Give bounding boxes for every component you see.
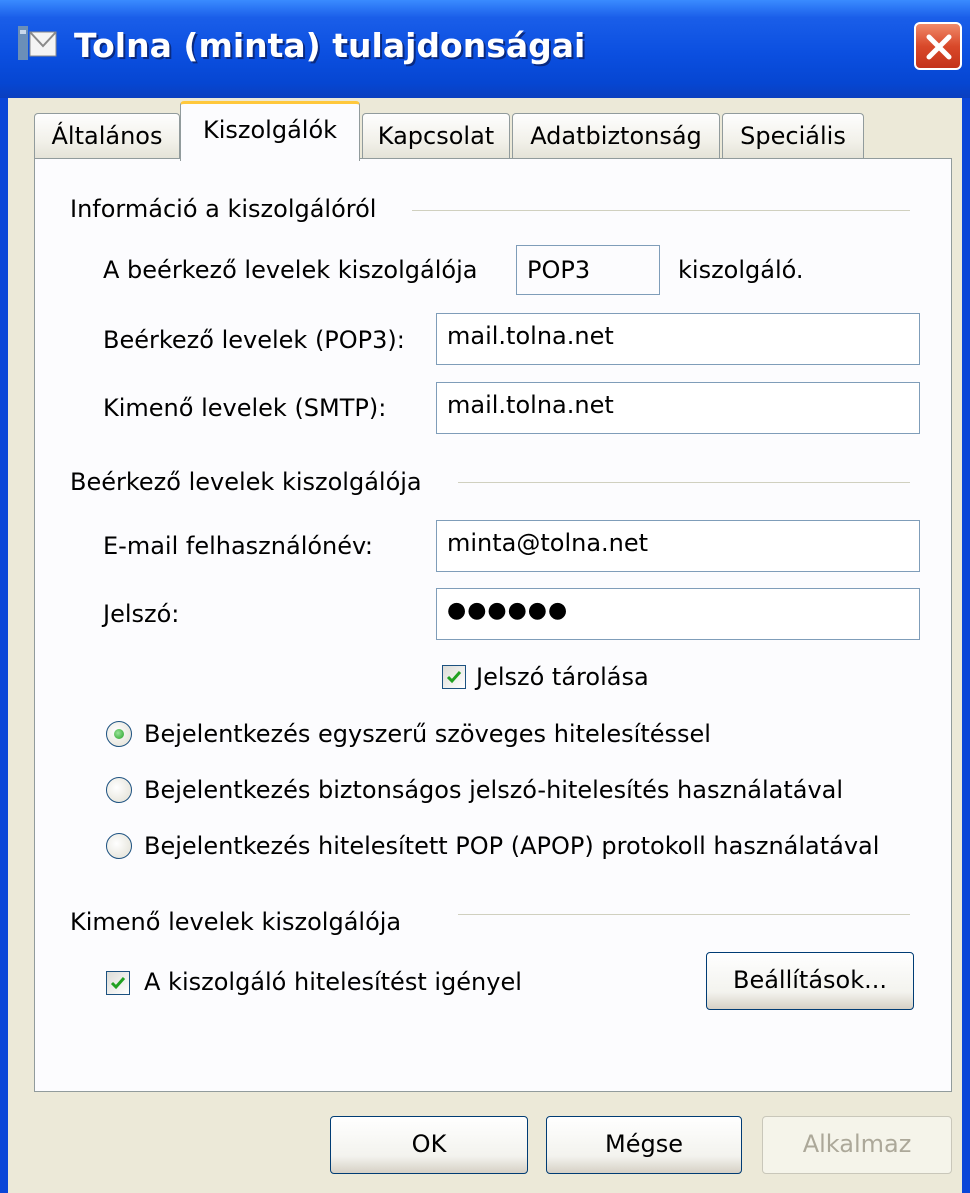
auth-option-spa-radio[interactable] (106, 777, 132, 803)
mail-account-icon (16, 22, 60, 66)
group-divider (458, 914, 910, 915)
tab-adatbiztonsag[interactable]: Adatbiztonság (512, 113, 720, 159)
tab-kiszolgalok[interactable]: Kiszolgálók (180, 101, 360, 161)
remember-password-checkbox[interactable] (442, 665, 466, 689)
close-x-icon (926, 34, 952, 60)
apply-button[interactable]: Alkalmaz (762, 1116, 952, 1174)
requires-auth-label[interactable]: A kiszolgáló hitelesítést igényel (144, 966, 522, 998)
tab-altalanos[interactable]: Általános (34, 113, 180, 159)
group-divider (412, 210, 910, 211)
group-divider (458, 482, 910, 483)
auth-option-spa-label[interactable]: Bejelentkezés biztonságos jelszó-hiteles… (144, 774, 843, 806)
incoming-server-label: Beérkező levelek (POP3): (103, 326, 405, 354)
requires-auth-checkbox[interactable] (106, 971, 130, 995)
password-input[interactable]: ●●●●●● (436, 588, 920, 640)
window-title: Tolna (minta) tulajdonságai (74, 26, 586, 65)
auth-option-apop-radio[interactable] (106, 833, 132, 859)
auth-option-apop-label[interactable]: Bejelentkezés hitelesített POP (APOP) pr… (144, 830, 879, 862)
incoming-server-input[interactable]: mail.tolna.net (436, 313, 920, 365)
cancel-button[interactable]: Mégse (546, 1116, 742, 1174)
auth-option-plain-radio[interactable] (106, 721, 132, 747)
password-label: Jelszó: (103, 600, 180, 628)
incoming-server-heading: Beérkező levelek kiszolgálója (70, 468, 422, 496)
username-input[interactable]: minta@tolna.net (436, 520, 920, 572)
checkmark-icon (446, 671, 462, 684)
close-button[interactable] (914, 22, 962, 70)
settings-button[interactable]: Beállítások... (706, 952, 914, 1010)
outgoing-server-heading: Kimenő levelek kiszolgálója (70, 908, 402, 936)
remember-password-label[interactable]: Jelszó tárolása (476, 661, 649, 693)
ok-button[interactable]: OK (330, 1116, 528, 1174)
checkmark-icon (110, 977, 126, 990)
incoming-server-type-value: POP3 (516, 245, 660, 295)
outgoing-server-label: Kimenő levelek (SMTP): (103, 394, 387, 422)
tab-kapcsolat[interactable]: Kapcsolat (362, 113, 510, 159)
incoming-type-label: A beérkező levelek kiszolgálója (103, 256, 478, 284)
auth-option-plain-label[interactable]: Bejelentkezés egyszerű szöveges hitelesí… (144, 718, 711, 750)
outgoing-server-input[interactable]: mail.tolna.net (436, 382, 920, 434)
incoming-type-suffix: kiszolgáló. (678, 256, 804, 284)
username-label: E-mail felhasználónév: (103, 532, 373, 560)
title-bar[interactable]: Tolna (minta) tulajdonságai (0, 0, 970, 98)
tab-specialis[interactable]: Speciális (722, 113, 864, 159)
server-info-heading: Információ a kiszolgálóról (70, 195, 377, 223)
